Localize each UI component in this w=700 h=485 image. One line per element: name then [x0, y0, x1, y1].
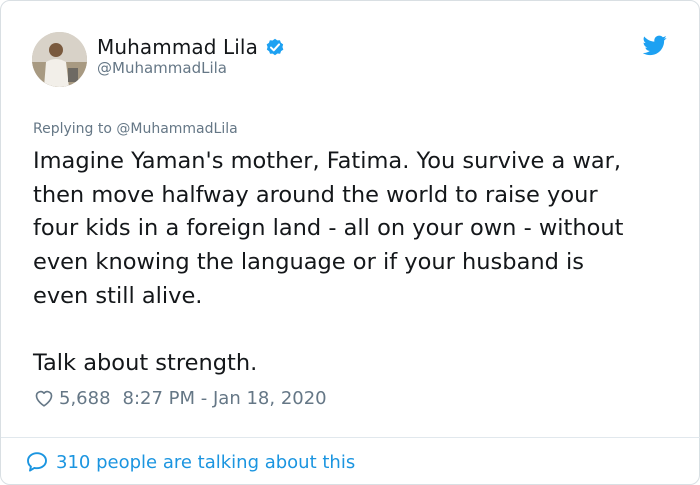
- avatar[interactable]: [32, 32, 87, 87]
- timestamp[interactable]: 8:27 PM - Jan 18, 2020: [123, 388, 327, 409]
- handle[interactable]: @MuhammadLila: [97, 59, 227, 77]
- tweet-text: Imagine Yaman's mother, Fatima. You surv…: [33, 148, 624, 377]
- conversation-text[interactable]: 310 people are talking about this: [56, 452, 355, 473]
- verified-badge-icon: [266, 38, 284, 56]
- display-name[interactable]: Muhammad Lila: [97, 35, 258, 59]
- replying-to[interactable]: Replying to @MuhammadLila: [33, 121, 238, 137]
- conversation-link[interactable]: 310 people are talking about this: [25, 448, 355, 476]
- heart-icon[interactable]: [33, 387, 55, 409]
- tweet-meta: 5,688 8:27 PM - Jan 18, 2020: [33, 384, 327, 412]
- twitter-bird-icon[interactable]: [643, 35, 667, 56]
- like-count[interactable]: 5,688: [59, 388, 111, 409]
- tweet-card[interactable]: Muhammad Lila @MuhammadLila Replying to …: [0, 0, 700, 485]
- speech-bubble-icon: [27, 452, 47, 472]
- name-row: Muhammad Lila: [97, 32, 286, 62]
- divider: [1, 437, 700, 438]
- avatar-photo: [32, 32, 87, 87]
